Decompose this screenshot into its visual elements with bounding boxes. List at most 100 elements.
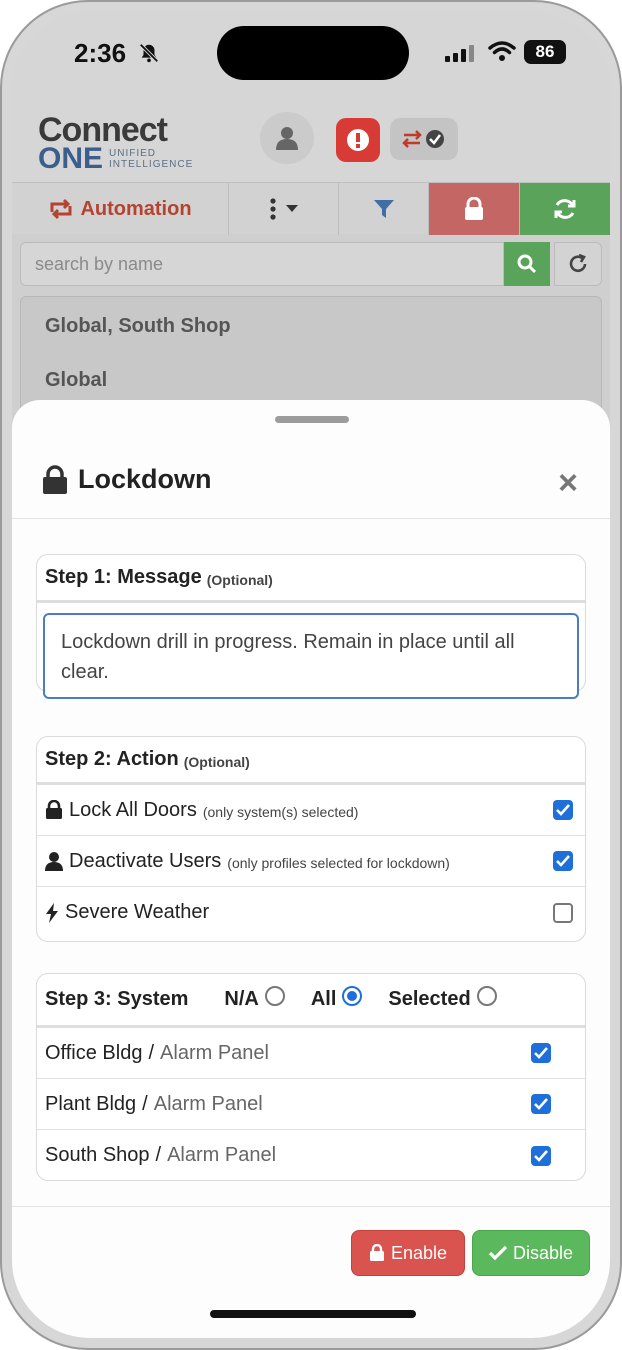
step2-card: Step 2: Action (Optional) Lock All Doors… [36,736,586,942]
phone-frame: 2:36 86 Connect ONE UNIFIED INTELLIGENCE… [0,0,622,1350]
automation-icon [50,198,72,220]
status-time: 2:36 [74,38,127,68]
system-checkbox[interactable] [531,1043,551,1063]
step1-card: Step 1: Message (Optional) Lockdown dril… [36,554,586,699]
radio-all[interactable] [342,985,363,1006]
user-icon [276,127,298,150]
signal-icon [445,44,474,62]
system-checkbox[interactable] [531,1145,551,1166]
lock-icon [465,197,483,220]
action-row-severe-weather[interactable]: Severe Weather [37,887,585,938]
sheet-title: Lockdown [42,464,212,495]
home-indicator[interactable] [210,1310,416,1318]
search-icon [517,254,537,274]
action-row-deactivate-users[interactable]: Deactivate Users (only profiles selected… [37,836,585,887]
filter-icon [373,200,394,218]
action-note: (only system(s) selected) [202,803,359,820]
lockdown-toolbar-button[interactable] [429,183,520,235]
logo-sub-line2: INTELLIGENCE [109,159,194,170]
action-row-lock-all-doors[interactable]: Lock All Doors (only system(s) selected) [37,785,585,836]
list-item[interactable]: Global [21,351,601,405]
radio-label-selected: Selected [388,988,471,1010]
lock-icon [43,464,67,494]
automation-button[interactable]: Automation [12,183,229,235]
system-separator: / [155,1144,162,1166]
lock-all-doors-checkbox[interactable] [553,800,573,820]
transfer-icon [402,130,444,148]
connectone-logo: Connect ONE UNIFIED INTELLIGENCE [38,113,193,175]
severe-weather-checkbox[interactable] [553,902,573,923]
step1-optional: (Optional) [206,571,273,588]
lock-icon [369,1244,384,1261]
deactivate-users-checkbox[interactable] [553,851,573,871]
action-label: Severe Weather [65,901,210,923]
enable-label: Enable [390,1242,448,1263]
search-row: search by name [20,242,602,286]
system-separator: / [142,1092,148,1115]
divider [12,518,610,519]
system-scope-radio-group: N/A All Selected [224,985,497,1011]
radio-label-na: N/A [224,988,259,1010]
toolbar: Automation [12,182,610,235]
radio-label-all: All [310,988,337,1010]
close-button[interactable]: × [558,466,578,500]
lockdown-sheet: Lockdown × Step 1: Message (Optional) Lo… [12,400,610,1338]
sync-button[interactable] [520,183,610,235]
radio-na[interactable] [264,985,285,1006]
status-bar: 2:36 86 [12,12,610,96]
step3-title: Step 3: System [45,988,189,1010]
filter-button[interactable] [339,183,429,235]
disable-button[interactable]: Disable [472,1230,590,1276]
system-row[interactable]: South Shop / Alarm Panel [37,1130,585,1181]
enable-button[interactable]: Enable [351,1230,465,1276]
sheet-title-text: Lockdown [78,464,212,494]
alert-icon [347,129,369,151]
radio-selected[interactable] [476,985,497,1006]
list-item[interactable]: Global, South Shop [21,297,601,351]
system-building: Office Bldg [45,1041,143,1064]
bell-slash-icon [139,43,159,63]
divider [12,1206,610,1207]
search-input[interactable]: search by name [20,242,504,286]
system-building: Plant Bldg [45,1092,137,1115]
system-separator: / [148,1041,155,1064]
action-label: Lock All Doors [69,798,197,821]
system-row[interactable]: Office Bldg / Alarm Panel [37,1028,585,1079]
sheet-grabber[interactable] [275,416,349,423]
disable-label: Disable [512,1242,574,1263]
alert-button[interactable] [336,118,380,162]
step3-card: Step 3: System N/A All Selected Office B… [36,973,586,1181]
logo-one-text: ONE [38,142,104,175]
vertical-dots-icon [269,198,276,220]
user-profile-button[interactable] [260,112,314,164]
user-icon [45,851,63,871]
search-button[interactable] [504,242,550,286]
step2-title: Step 2: Action [45,748,179,770]
system-panel: Alarm Panel [167,1144,277,1166]
step2-optional: (Optional) [183,753,250,770]
wifi-icon [488,41,516,61]
reset-search-button[interactable] [554,242,602,286]
system-panel: Alarm Panel [160,1041,269,1064]
step1-header: Step 1: Message (Optional) [37,555,585,603]
system-panel: Alarm Panel [153,1092,263,1115]
logo-subtitle: UNIFIED INTELLIGENCE [109,148,193,170]
system-building: South Shop [45,1144,150,1166]
action-note: (only profiles selected for lockdown) [227,854,450,871]
step3-header: Step 3: System N/A All Selected [37,974,585,1028]
app-header: Connect ONE UNIFIED INTELLIGENCE [12,96,610,182]
dynamic-island [217,26,409,80]
action-label: Deactivate Users [69,849,222,872]
battery-icon: 86 [524,40,566,64]
sync-icon [554,199,576,219]
step2-header: Step 2: Action (Optional) [37,737,585,785]
message-textarea[interactable]: Lockdown drill in progress. Remain in pl… [43,613,579,699]
system-checkbox[interactable] [531,1094,551,1114]
caret-down-icon [285,205,298,212]
step1-title: Step 1: Message [45,566,202,588]
transfer-status-button[interactable] [390,118,458,160]
refresh-icon [569,254,587,273]
lock-icon [45,800,63,820]
more-menu-button[interactable] [229,183,339,235]
system-row[interactable]: Plant Bldg / Alarm Panel [37,1079,585,1130]
